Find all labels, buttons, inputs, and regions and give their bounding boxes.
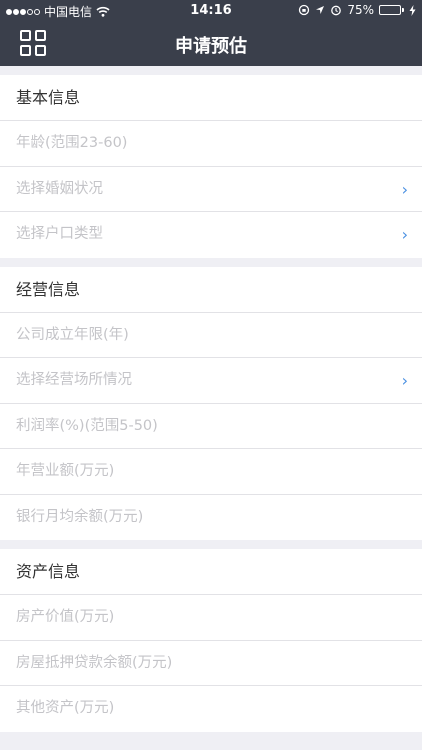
section-title: 资产信息 [0,549,422,595]
mortgage-balance-field[interactable]: 房屋抵押贷款余额(万元) [0,641,422,686]
property-value-placeholder: 房产价值(万元) [16,609,115,625]
section-basic-info: 基本信息 年龄(范围23-60) 选择婚姻状况 › 选择户口类型 › [0,75,422,258]
chevron-right-icon: › [401,225,408,244]
other-assets-field[interactable]: 其他资产(万元) [0,686,422,732]
charging-icon [409,4,416,16]
section-title: 经营信息 [0,267,422,313]
section-asset-info: 资产信息 房产价值(万元) 房屋抵押贷款余额(万元) 其他资产(万元) [0,549,422,732]
battery-icon [379,5,404,15]
hukou-type-select[interactable]: 选择户口类型 › [0,212,422,258]
property-value-field[interactable]: 房产价值(万元) [0,595,422,641]
profit-rate-field[interactable]: 利润率(%)(范围5-50) [0,404,422,449]
marital-status-placeholder: 选择婚姻状况 [16,180,103,197]
age-field[interactable]: 年龄(范围23-60) [0,121,422,167]
status-bar: 中国电信 14:16 75% [0,0,422,22]
bank-balance-field[interactable]: 银行月均余额(万元) [0,495,422,541]
age-field-placeholder: 年龄(范围23-60) [16,135,128,151]
marital-status-select[interactable]: 选择婚姻状况 › [0,167,422,212]
chevron-right-icon: › [401,371,408,390]
company-years-placeholder: 公司成立年限(年) [16,326,129,343]
mortgage-balance-placeholder: 房屋抵押贷款余额(万元) [16,654,173,671]
bank-balance-placeholder: 银行月均余额(万元) [16,508,144,525]
rotation-lock-icon [299,4,310,16]
company-years-field[interactable]: 公司成立年限(年) [0,313,422,358]
nav-bar: 申请预估 [0,22,422,66]
premises-placeholder: 选择经营场所情况 [16,372,132,388]
page-title: 申请预估 [175,36,247,57]
other-assets-placeholder: 其他资产(万元) [16,700,115,716]
battery-percent: 75% [347,3,374,17]
chevron-right-icon: › [401,179,408,199]
annual-revenue-field[interactable]: 年营业额(万元) [0,449,422,495]
profit-rate-placeholder: 利润率(%)(范围5-50) [16,417,158,434]
location-icon [316,6,325,14]
top-bar: 中国电信 14:16 75% 申请预估 [0,0,422,66]
premises-select[interactable]: 选择经营场所情况 › [0,358,422,404]
hukou-type-placeholder: 选择户口类型 [16,226,103,242]
annual-revenue-placeholder: 年营业额(万元) [16,463,115,479]
section-title: 基本信息 [0,75,422,121]
alarm-icon [331,5,342,16]
form-content: 基本信息 年龄(范围23-60) 选择婚姻状况 › 选择户口类型 › 经营信息 … [0,66,422,741]
section-business-info: 经营信息 公司成立年限(年) 选择经营场所情况 › 利润率(%)(范围5-50)… [0,266,422,541]
